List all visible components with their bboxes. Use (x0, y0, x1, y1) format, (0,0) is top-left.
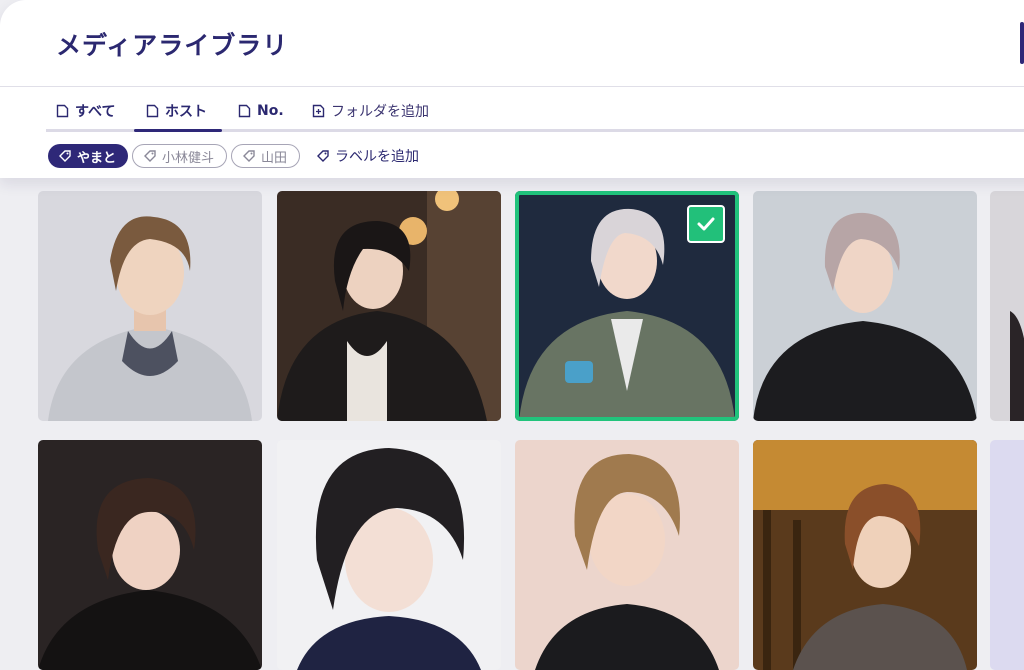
add-label-text: ラベルを追加 (335, 149, 420, 165)
label-chip-text: やまと (77, 150, 117, 166)
label-chip-yamato[interactable]: やまと (48, 144, 129, 168)
media-tile[interactable] (990, 440, 1024, 670)
media-tile[interactable] (38, 440, 262, 670)
host-photo (753, 440, 977, 670)
tab-all[interactable]: すべて (56, 92, 115, 129)
host-photo (277, 440, 501, 670)
tab-label: ホスト (165, 103, 207, 120)
header-divider (0, 86, 1024, 87)
host-photo (277, 191, 501, 421)
media-tile[interactable] (990, 191, 1024, 421)
tab-no[interactable]: No. (238, 92, 284, 129)
media-tile[interactable] (753, 191, 977, 421)
media-tile[interactable] (277, 191, 501, 421)
media-tile-selected[interactable] (515, 191, 739, 421)
host-photo (38, 440, 262, 670)
host-photo (38, 191, 262, 421)
add-folder-label: フォルダを追加 (331, 103, 429, 120)
tag-icon (59, 150, 71, 162)
selected-check-icon[interactable] (687, 205, 725, 243)
tab-label: すべて (75, 103, 116, 120)
tag-icon (144, 150, 156, 162)
tab-label: No. (257, 102, 284, 119)
add-label-button[interactable]: ラベルを追加 (316, 146, 419, 166)
header-action-edge[interactable] (1020, 22, 1024, 64)
tab-hosts[interactable]: ホスト (134, 92, 222, 132)
media-tile[interactable] (38, 191, 262, 421)
host-photo (990, 440, 1024, 670)
label-chip-kobayashi[interactable]: 小林健斗 (132, 144, 228, 168)
document-icon (238, 104, 251, 117)
document-icon (56, 104, 69, 117)
media-tile[interactable] (753, 440, 977, 670)
label-chip-text: 小林健斗 (162, 150, 215, 166)
host-photo (515, 440, 739, 670)
host-photo (753, 191, 977, 421)
document-icon (146, 104, 159, 117)
media-library-header: メディアライブラリ すべて ホスト No. フォルダを追加 やまと 小林健斗 山… (0, 0, 1024, 178)
label-chip-text: 山田 (261, 150, 288, 166)
label-chip-yamada[interactable]: 山田 (231, 144, 301, 168)
media-tile[interactable] (515, 440, 739, 670)
tag-icon (243, 150, 255, 162)
host-photo (990, 191, 1024, 421)
media-tile[interactable] (277, 440, 501, 670)
folder-tabs: すべて ホスト No. フォルダを追加 (46, 92, 1024, 132)
add-folder-icon (312, 104, 325, 117)
add-folder-button[interactable]: フォルダを追加 (312, 92, 429, 129)
label-filter-bar: やまと 小林健斗 山田 ラベルを追加 (48, 143, 419, 169)
tag-icon (317, 150, 329, 162)
page-title: メディアライブラリ (56, 31, 289, 60)
